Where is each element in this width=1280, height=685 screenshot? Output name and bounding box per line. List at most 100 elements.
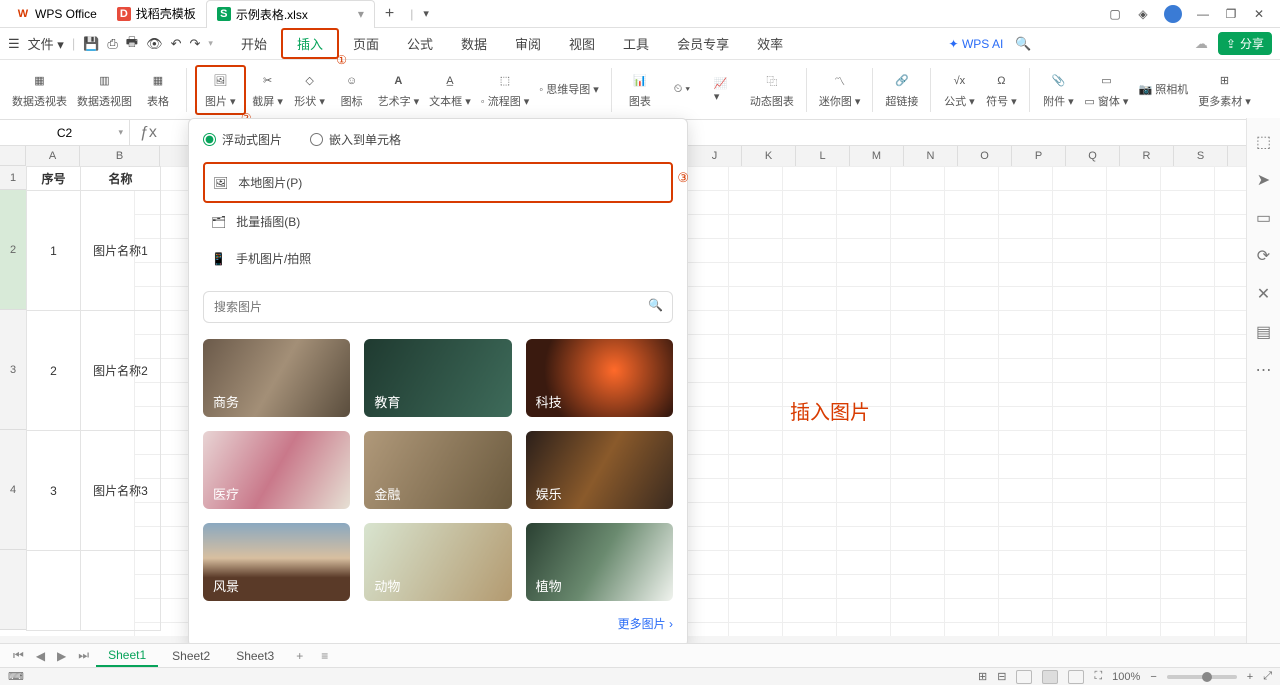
ribbon-form[interactable]: ▭▭ 窗体 ▾: [1080, 69, 1132, 111]
ribbon-pivottable[interactable]: ▦数据透视表: [8, 69, 71, 111]
col-A[interactable]: A: [26, 146, 80, 166]
side-refresh-icon[interactable]: ⟳: [1257, 246, 1270, 266]
fx-icon[interactable]: ƒx: [130, 124, 167, 142]
status-mode-icon[interactable]: ⌨: [8, 670, 24, 683]
ribbon-chart2[interactable]: ⏲ ▾: [662, 78, 702, 102]
picture-search-input[interactable]: [203, 291, 673, 323]
row-3[interactable]: 3: [0, 310, 26, 430]
zoom-value[interactable]: 100%: [1112, 671, 1140, 683]
menu-tab-review[interactable]: 审阅: [501, 30, 555, 57]
new-tab-button[interactable]: +: [375, 5, 404, 23]
thumb-medical[interactable]: 医疗: [203, 431, 350, 509]
window-mini-icon[interactable]: ▢: [1108, 7, 1122, 21]
status-comment-icon[interactable]: ⊟: [997, 670, 1006, 683]
tab-menu-icon[interactable]: ▾: [358, 7, 364, 21]
side-layout-icon[interactable]: ▭: [1256, 208, 1271, 228]
ribbon-screenshot[interactable]: ✂截屏 ▾: [248, 69, 288, 111]
undo-icon[interactable]: ↶: [171, 36, 182, 52]
menu-tab-view[interactable]: 视图: [555, 30, 609, 57]
view-break[interactable]: [1068, 670, 1084, 684]
view-page[interactable]: [1042, 670, 1058, 684]
hamburger-icon[interactable]: ☰: [8, 36, 20, 52]
col-P[interactable]: P: [1012, 146, 1066, 166]
ribbon-attachment[interactable]: 📎附件 ▾: [1038, 69, 1078, 111]
sheet-tab-2[interactable]: Sheet2: [160, 646, 222, 666]
ribbon-pivotchart[interactable]: ▥数据透视图: [73, 69, 136, 111]
ribbon-more[interactable]: ⊞更多素材 ▾: [1194, 69, 1255, 111]
side-tools-icon[interactable]: ✕: [1257, 284, 1270, 304]
cell-B2[interactable]: 图片名称1: [81, 191, 161, 311]
option-batch-picture[interactable]: 🗂批量插图(B): [203, 203, 673, 240]
view-normal[interactable]: [1016, 670, 1032, 684]
ribbon-chart[interactable]: 📊图表: [620, 69, 660, 111]
menu-tab-eff[interactable]: 效率: [743, 30, 797, 57]
minimize-button[interactable]: —: [1196, 7, 1210, 21]
ribbon-camera[interactable]: 📷 照相机: [1134, 79, 1192, 99]
zoom-in[interactable]: +: [1247, 671, 1253, 683]
menu-tab-insert[interactable]: 插入: [281, 28, 339, 59]
col-R[interactable]: R: [1120, 146, 1174, 166]
side-cursor-icon[interactable]: ➤: [1257, 170, 1270, 190]
option-phone-picture[interactable]: 📱手机图片/拍照: [203, 240, 673, 277]
thumb-landscape[interactable]: 风景: [203, 523, 350, 601]
col-S[interactable]: S: [1174, 146, 1228, 166]
print-icon[interactable]: 🖶: [126, 33, 138, 55]
thumb-finance[interactable]: 金融: [364, 431, 511, 509]
menu-tab-start[interactable]: 开始: [227, 30, 281, 57]
cell-A2[interactable]: 1: [27, 191, 81, 311]
file-tab[interactable]: S 示例表格.xlsx ▾: [206, 0, 375, 28]
status-grid-icon[interactable]: ⊞: [978, 670, 987, 683]
wps-ai-button[interactable]: ✦ WPS AI: [949, 37, 1004, 51]
option-local-picture[interactable]: 🖼本地图片(P): [203, 162, 673, 203]
side-book-icon[interactable]: ▤: [1256, 322, 1271, 342]
tab-list-button[interactable]: ▾: [413, 7, 439, 20]
add-sheet-button[interactable]: +: [288, 649, 311, 663]
sheet-nav-prev[interactable]: ◀: [31, 649, 50, 663]
thumb-tech[interactable]: 科技: [526, 339, 673, 417]
status-expand[interactable]: ⤢: [1263, 670, 1272, 683]
cell-B3[interactable]: 图片名称2: [81, 311, 161, 431]
template-tab[interactable]: D 找稻壳模板: [107, 0, 206, 28]
search-icon[interactable]: 🔍: [648, 298, 663, 312]
row-1[interactable]: 1: [0, 166, 26, 190]
window-cube-icon[interactable]: ◈: [1136, 7, 1150, 21]
select-all-corner[interactable]: [0, 146, 26, 166]
ribbon-picture[interactable]: 🖼图片 ▾: [195, 65, 246, 115]
col-K[interactable]: K: [742, 146, 796, 166]
thumb-animal[interactable]: 动物: [364, 523, 511, 601]
radio-embed-input[interactable]: [310, 133, 323, 146]
thumb-business[interactable]: 商务: [203, 339, 350, 417]
redo-icon[interactable]: ↷: [190, 36, 201, 52]
thumb-plant[interactable]: 植物: [526, 523, 673, 601]
sheet-list-button[interactable]: ≡: [313, 649, 336, 663]
zoom-slider[interactable]: [1167, 675, 1237, 679]
file-menu[interactable]: 文件 ▾: [28, 34, 64, 53]
maximize-button[interactable]: ❐: [1224, 7, 1238, 21]
row-2[interactable]: 2: [0, 190, 26, 310]
cell-A4[interactable]: 3: [27, 431, 81, 551]
ribbon-symbol[interactable]: Ω符号 ▾: [981, 69, 1021, 111]
menu-tab-formula[interactable]: 公式: [393, 30, 447, 57]
ribbon-equation[interactable]: √x公式 ▾: [939, 69, 979, 111]
ribbon-table[interactable]: ▦表格: [138, 69, 178, 111]
thumb-education[interactable]: 教育: [364, 339, 511, 417]
ribbon-chart3[interactable]: 📈 ▾: [704, 78, 744, 102]
name-box[interactable]: C2: [0, 120, 130, 145]
ribbon-flowchart[interactable]: ⬚◦ 流程图 ▾: [477, 69, 534, 111]
avatar[interactable]: [1164, 5, 1182, 23]
close-button[interactable]: ✕: [1252, 7, 1266, 21]
menu-tab-vip[interactable]: 会员专享: [663, 30, 743, 57]
cloud-icon[interactable]: ☁: [1195, 36, 1208, 52]
more-pictures-link[interactable]: 更多图片 ›: [203, 615, 673, 632]
ribbon-shapes[interactable]: ◇形状 ▾: [290, 69, 330, 111]
col-B[interactable]: B: [80, 146, 160, 166]
menu-tab-data[interactable]: 数据: [447, 30, 501, 57]
col-O[interactable]: O: [958, 146, 1012, 166]
app-tab[interactable]: W WPS Office: [6, 0, 107, 28]
ribbon-hyperlink[interactable]: 🔗超链接: [881, 69, 922, 111]
sheet-nav-first[interactable]: ⏮: [8, 648, 29, 663]
share-button[interactable]: ⇪ 分享: [1218, 32, 1272, 55]
ribbon-textbox[interactable]: A̲文本框 ▾: [425, 69, 475, 111]
ribbon-mindmap[interactable]: ◦ 思维导图 ▾: [535, 79, 603, 99]
ribbon-dynamic-chart[interactable]: ⿻动态图表: [746, 69, 798, 111]
